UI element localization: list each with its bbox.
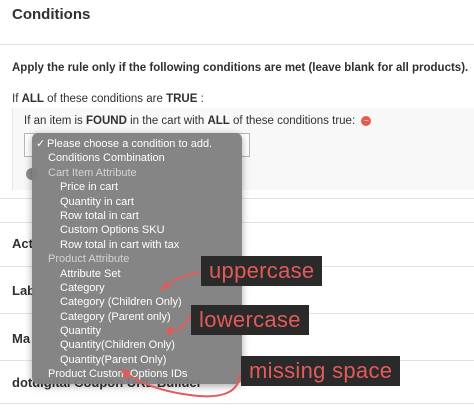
annotation-arrows [120, 271, 241, 398]
annotation-uppercase: uppercase [201, 256, 323, 286]
annotation-missing-space: missing space [241, 356, 401, 386]
arrowhead-lowercase [164, 326, 172, 336]
annotation-lowercase: lowercase [191, 305, 309, 335]
arrowhead-missing-space [120, 369, 131, 379]
arrow-missing-space [123, 371, 241, 398]
